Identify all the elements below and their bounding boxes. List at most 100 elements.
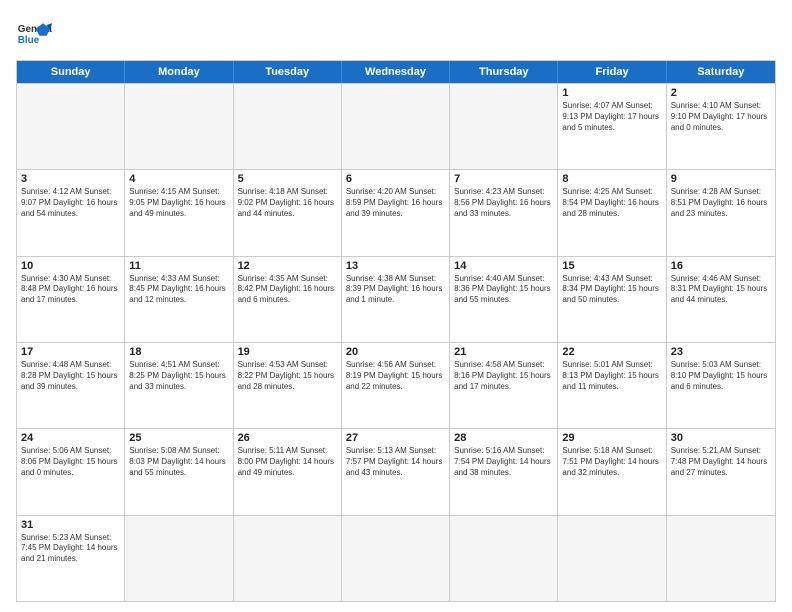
calendar-cell: 4 Sunrise: 4:15 AM Sunset: 9:05 PM Daylig…	[125, 170, 233, 255]
day-of-week-friday: Friday	[558, 61, 666, 83]
day-info: Sunrise: 5:21 AM Sunset: 7:48 PM Dayligh…	[671, 446, 771, 478]
day-info: Sunrise: 4:40 AM Sunset: 8:36 PM Dayligh…	[454, 274, 553, 306]
calendar-cell: 1 Sunrise: 4:07 AM Sunset: 9:13 PM Daylig…	[558, 84, 666, 169]
calendar-cell: 9Sunrise: 4:28 AM Sunset: 8:51 PM Daylig…	[667, 170, 775, 255]
day-number: 19	[238, 346, 337, 358]
day-of-week-sunday: Sunday	[17, 61, 125, 83]
day-info: Sunrise: 5:16 AM Sunset: 7:54 PM Dayligh…	[454, 446, 553, 478]
day-of-week-saturday: Saturday	[667, 61, 775, 83]
calendar: SundayMondayTuesdayWednesdayThursdayFrid…	[16, 60, 776, 602]
day-info: Sunrise: 4:43 AM Sunset: 8:34 PM Dayligh…	[562, 274, 661, 306]
day-number: 23	[671, 346, 771, 358]
calendar-cell: 25 Sunrise: 5:08 AM Sunset: 8:03 PM Dayli…	[125, 429, 233, 514]
calendar-row-1: 3Sunrise: 4:12 AM Sunset: 9:07 PM Daylig…	[17, 169, 775, 255]
calendar-cell: 23 Sunrise: 5:03 AM Sunset: 8:10 PM Dayli…	[667, 343, 775, 428]
day-info: Sunrise: 5:03 AM Sunset: 8:10 PM Dayligh…	[671, 360, 771, 392]
day-number: 18	[129, 346, 228, 358]
calendar-cell: 19 Sunrise: 4:53 AM Sunset: 8:22 PM Dayli…	[234, 343, 342, 428]
calendar-cell: 29 Sunrise: 5:18 AM Sunset: 7:51 PM Dayli…	[558, 429, 666, 514]
calendar-cell: 28 Sunrise: 5:16 AM Sunset: 7:54 PM Dayli…	[450, 429, 558, 514]
day-info: Sunrise: 4:58 AM Sunset: 8:16 PM Dayligh…	[454, 360, 553, 392]
day-number: 7	[454, 173, 553, 185]
day-number: 6	[346, 173, 445, 185]
calendar-cell	[342, 84, 450, 169]
calendar-cell: 5Sunrise: 4:18 AM Sunset: 9:02 PM Daylig…	[234, 170, 342, 255]
calendar-cell	[125, 84, 233, 169]
calendar-cell: 16Sunrise: 4:46 AM Sunset: 8:31 PM Dayli…	[667, 257, 775, 342]
calendar-row-3: 17 Sunrise: 4:48 AM Sunset: 8:28 PM Dayli…	[17, 342, 775, 428]
calendar-cell: 17 Sunrise: 4:48 AM Sunset: 8:28 PM Dayli…	[17, 343, 125, 428]
day-number: 26	[238, 432, 337, 444]
day-info: Sunrise: 5:23 AM Sunset: 7:45 PM Dayligh…	[21, 533, 120, 565]
day-info: Sunrise: 4:23 AM Sunset: 8:56 PM Dayligh…	[454, 187, 553, 219]
calendar-cell: 14Sunrise: 4:40 AM Sunset: 8:36 PM Dayli…	[450, 257, 558, 342]
day-info: Sunrise: 4:56 AM Sunset: 8:19 PM Dayligh…	[346, 360, 445, 392]
calendar-cell: 7 Sunrise: 4:23 AM Sunset: 8:56 PM Daylig…	[450, 170, 558, 255]
calendar-cell	[125, 516, 233, 601]
calendar-cell	[558, 516, 666, 601]
day-number: 25	[129, 432, 228, 444]
calendar-cell: 24Sunrise: 5:06 AM Sunset: 8:06 PM Dayli…	[17, 429, 125, 514]
day-number: 11	[129, 260, 228, 272]
calendar-cell: 15 Sunrise: 4:43 AM Sunset: 8:34 PM Dayli…	[558, 257, 666, 342]
calendar-cell	[450, 516, 558, 601]
day-number: 21	[454, 346, 553, 358]
day-number: 12	[238, 260, 337, 272]
day-of-week-tuesday: Tuesday	[234, 61, 342, 83]
calendar-cell	[234, 516, 342, 601]
day-info: Sunrise: 4:25 AM Sunset: 8:54 PM Dayligh…	[562, 187, 661, 219]
calendar-cell: 26Sunrise: 5:11 AM Sunset: 8:00 PM Dayli…	[234, 429, 342, 514]
calendar-row-4: 24Sunrise: 5:06 AM Sunset: 8:06 PM Dayli…	[17, 428, 775, 514]
calendar-cell: 20 Sunrise: 4:56 AM Sunset: 8:19 PM Dayli…	[342, 343, 450, 428]
calendar-cell: 8 Sunrise: 4:25 AM Sunset: 8:54 PM Daylig…	[558, 170, 666, 255]
day-number: 20	[346, 346, 445, 358]
calendar-cell: 10Sunrise: 4:30 AM Sunset: 8:48 PM Dayli…	[17, 257, 125, 342]
day-info: Sunrise: 5:01 AM Sunset: 8:13 PM Dayligh…	[562, 360, 661, 392]
calendar-cell: 31Sunrise: 5:23 AM Sunset: 7:45 PM Dayli…	[17, 516, 125, 601]
day-number: 29	[562, 432, 661, 444]
calendar-header: SundayMondayTuesdayWednesdayThursdayFrid…	[17, 61, 775, 83]
day-number: 17	[21, 346, 120, 358]
day-number: 8	[562, 173, 661, 185]
logo: General Blue	[16, 16, 52, 52]
day-number: 4	[129, 173, 228, 185]
day-number: 15	[562, 260, 661, 272]
calendar-cell	[342, 516, 450, 601]
calendar-body: 1 Sunrise: 4:07 AM Sunset: 9:13 PM Daylig…	[17, 83, 775, 601]
header: General Blue	[16, 16, 776, 52]
day-number: 28	[454, 432, 553, 444]
day-info: Sunrise: 4:15 AM Sunset: 9:05 PM Dayligh…	[129, 187, 228, 219]
calendar-cell	[450, 84, 558, 169]
day-info: Sunrise: 4:10 AM Sunset: 9:10 PM Dayligh…	[671, 101, 771, 133]
calendar-cell: 30Sunrise: 5:21 AM Sunset: 7:48 PM Dayli…	[667, 429, 775, 514]
day-number: 9	[671, 173, 771, 185]
day-number: 13	[346, 260, 445, 272]
generalblue-icon: General Blue	[16, 16, 52, 52]
day-number: 3	[21, 173, 120, 185]
calendar-cell: 3Sunrise: 4:12 AM Sunset: 9:07 PM Daylig…	[17, 170, 125, 255]
day-info: Sunrise: 4:07 AM Sunset: 9:13 PM Dayligh…	[562, 101, 661, 133]
day-info: Sunrise: 5:08 AM Sunset: 8:03 PM Dayligh…	[129, 446, 228, 478]
day-of-week-monday: Monday	[125, 61, 233, 83]
calendar-cell: 21 Sunrise: 4:58 AM Sunset: 8:16 PM Dayli…	[450, 343, 558, 428]
day-number: 1	[562, 87, 661, 99]
calendar-cell: 13 Sunrise: 4:38 AM Sunset: 8:39 PM Dayli…	[342, 257, 450, 342]
day-info: Sunrise: 4:46 AM Sunset: 8:31 PM Dayligh…	[671, 274, 771, 306]
day-number: 2	[671, 87, 771, 99]
calendar-cell	[234, 84, 342, 169]
day-info: Sunrise: 5:18 AM Sunset: 7:51 PM Dayligh…	[562, 446, 661, 478]
day-info: Sunrise: 4:48 AM Sunset: 8:28 PM Dayligh…	[21, 360, 120, 392]
calendar-cell	[667, 516, 775, 601]
page: General Blue SundayMondayTuesdayWednesda…	[0, 0, 792, 612]
day-info: Sunrise: 4:38 AM Sunset: 8:39 PM Dayligh…	[346, 274, 445, 306]
calendar-row-0: 1 Sunrise: 4:07 AM Sunset: 9:13 PM Daylig…	[17, 83, 775, 169]
day-info: Sunrise: 4:18 AM Sunset: 9:02 PM Dayligh…	[238, 187, 337, 219]
day-number: 24	[21, 432, 120, 444]
day-info: Sunrise: 4:51 AM Sunset: 8:25 PM Dayligh…	[129, 360, 228, 392]
day-info: Sunrise: 5:13 AM Sunset: 7:57 PM Dayligh…	[346, 446, 445, 478]
calendar-cell: 22Sunrise: 5:01 AM Sunset: 8:13 PM Dayli…	[558, 343, 666, 428]
day-info: Sunrise: 4:53 AM Sunset: 8:22 PM Dayligh…	[238, 360, 337, 392]
day-number: 10	[21, 260, 120, 272]
calendar-cell: 27Sunrise: 5:13 AM Sunset: 7:57 PM Dayli…	[342, 429, 450, 514]
day-of-week-thursday: Thursday	[450, 61, 558, 83]
